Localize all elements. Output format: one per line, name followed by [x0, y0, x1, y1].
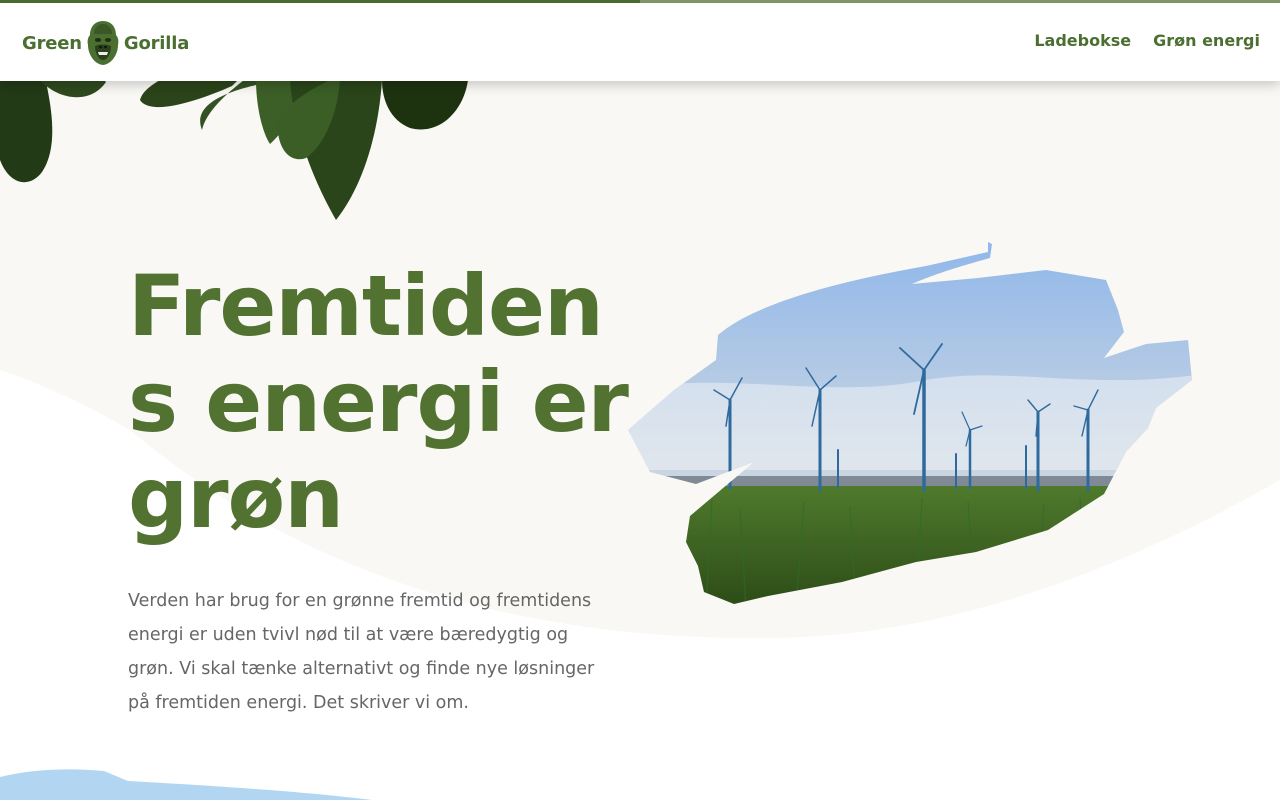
wind-turbines-field-image — [628, 242, 1192, 604]
site-header: Green Gorilla Ladebokse Grøn energi — [0, 3, 1280, 81]
hero-title: Fremtidens energi er grøn — [128, 257, 629, 547]
main-navigation: Ladebokse Grøn energi — [1034, 31, 1260, 50]
gorilla-head-icon — [87, 21, 119, 65]
jungle-leaves-icon — [0, 80, 468, 220]
scroll-progress-fill — [0, 0, 640, 3]
nav-item-ladebokse[interactable]: Ladebokse — [1034, 31, 1131, 50]
logo-text-right: Gorilla — [123, 32, 190, 54]
logo-text-left: Green — [22, 32, 82, 54]
site-logo[interactable]: Green Gorilla — [22, 19, 189, 67]
scroll-progress-bar — [0, 0, 1280, 3]
bottom-decorative-shape — [0, 769, 372, 800]
hero-body-text: Verden har brug for en grønne fremtid og… — [128, 591, 595, 713]
nav-item-gron-energi[interactable]: Grøn energi — [1153, 31, 1260, 50]
